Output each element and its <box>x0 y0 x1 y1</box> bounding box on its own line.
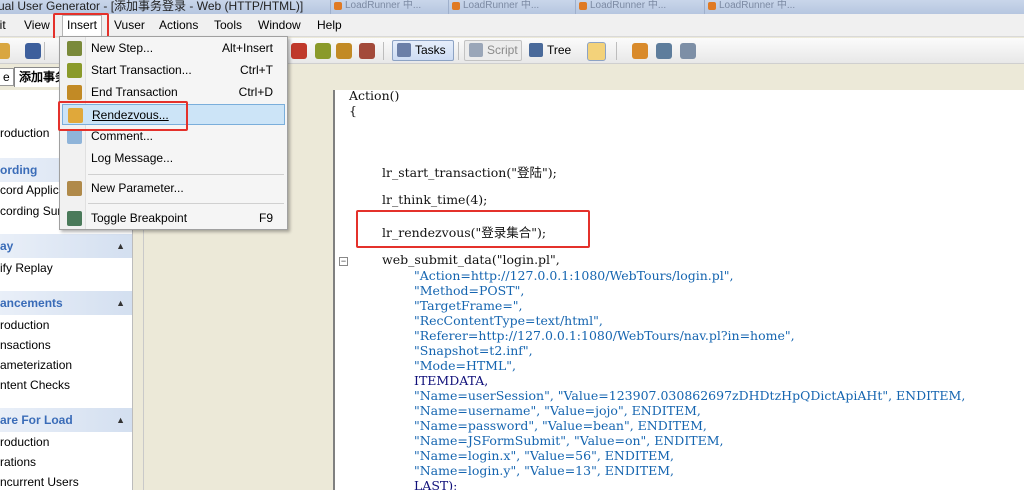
code-line: "Snapshot=t2.inf", <box>414 343 533 358</box>
menu-bar: lit View Insert Vuser Actions Tools Wind… <box>0 14 1024 37</box>
comment-icon <box>67 129 82 144</box>
record-icon[interactable] <box>291 43 307 59</box>
code-line: ITEMDATA, <box>414 373 489 388</box>
new-script-icon[interactable] <box>0 43 10 59</box>
bg-tab[interactable]: LoadRunner 中... <box>330 0 430 14</box>
menu-item-comment[interactable]: Comment... <box>62 126 285 147</box>
code-line: "Mode=HTML", <box>414 358 517 373</box>
code-line: "RecContentType=text/html", <box>414 313 603 328</box>
code-line: "Name=login.x", "Value=56", ENDITEM, <box>414 448 675 463</box>
menu-item-new-parameter[interactable]: New Parameter... <box>62 178 285 199</box>
menu-item-end-transaction[interactable]: End Transaction Ctrl+D <box>62 82 285 103</box>
task-group-header[interactable]: ay ▲ <box>0 234 132 258</box>
menu-help[interactable]: Help <box>317 18 342 32</box>
task-link[interactable]: rations <box>0 455 36 469</box>
breakpoint-icon <box>67 211 82 226</box>
run-settings-icon[interactable] <box>632 43 648 59</box>
editor-gutter <box>335 90 348 490</box>
menu-window[interactable]: Window <box>258 18 301 32</box>
task-link[interactable]: cording Sum <box>0 204 67 218</box>
document-tab[interactable]: e <box>0 68 14 86</box>
menu-item-new-step[interactable]: New Step... Alt+Insert <box>62 38 285 59</box>
task-link[interactable]: roduction <box>0 435 49 449</box>
toolbar-separator <box>616 42 617 60</box>
code-line: Action() <box>349 90 400 103</box>
collapse-chevron-icon[interactable]: ▲ <box>116 291 125 315</box>
rendezvous-icon <box>68 108 83 123</box>
background-taskbar-tabs: LoadRunner 中... LoadRunner 中... LoadRunn… <box>330 0 1024 14</box>
task-link[interactable]: cord Applica <box>0 183 65 197</box>
toolbar-separator <box>458 42 459 60</box>
code-line: lr_start_transaction("登陆"); <box>382 165 557 180</box>
properties-icon[interactable] <box>680 43 696 59</box>
window-title: ual User Generator - [添加事务登录 - Web (HTTP… <box>0 0 304 13</box>
code-line: lr_think_time(4); <box>382 192 488 207</box>
rendezvous-toolbar-icon[interactable] <box>359 43 375 59</box>
code-line: "Referer=http://127.0.0.1:1080/WebTours/… <box>414 328 795 343</box>
transaction-start-icon[interactable] <box>315 43 331 59</box>
new-step-icon <box>67 41 82 56</box>
pane-toggle-icon[interactable] <box>587 42 606 61</box>
tree-view-button[interactable]: Tree <box>524 40 576 61</box>
menu-edit[interactable]: lit <box>0 18 6 32</box>
tasks-button[interactable]: Tasks <box>392 40 454 61</box>
task-link[interactable]: roduction <box>0 318 49 332</box>
toolbar-separator <box>383 42 384 60</box>
parameter-icon <box>67 181 82 196</box>
code-line: "Name=JSFormSubmit", "Value=on", ENDITEM… <box>414 433 724 448</box>
task-link[interactable]: ncurrent Users <box>0 475 79 489</box>
bg-tab[interactable]: LoadRunner 中... <box>575 0 690 14</box>
code-line: "Action=http://127.0.0.1:1080/WebTours/l… <box>414 268 734 283</box>
menu-vuser[interactable]: Vuser <box>114 18 145 32</box>
transaction-end-icon[interactable] <box>336 43 352 59</box>
menu-actions[interactable]: Actions <box>159 18 198 32</box>
code-line: "Name=username", "Value=jojo", ENDITEM, <box>414 403 701 418</box>
task-link[interactable]: ntent Checks <box>0 378 70 392</box>
save-icon[interactable] <box>25 43 41 59</box>
task-group-header[interactable]: ancements ▲ <box>0 291 132 315</box>
code-line-rendezvous: lr_rendezvous("登录集合"); <box>382 225 547 240</box>
tasks-icon <box>397 43 411 57</box>
code-line: "Name=login.y", "Value=13", ENDITEM, <box>414 463 675 478</box>
code-line: "Name=password", "Value=bean", ENDITEM, <box>414 418 707 433</box>
code-line: { <box>349 103 357 118</box>
menu-item-log-message[interactable]: Log Message... <box>62 148 285 169</box>
snapshot-icon[interactable] <box>656 43 672 59</box>
menu-separator <box>88 203 284 204</box>
menu-item-start-transaction[interactable]: Start Transaction... Ctrl+T <box>62 60 285 81</box>
code-line: "Name=userSession", "Value=123907.030862… <box>414 388 966 403</box>
code-line: "TargetFrame=", <box>414 298 523 313</box>
toolbar-separator <box>44 42 45 60</box>
task-link[interactable]: nsactions <box>0 338 51 352</box>
tree-icon <box>529 43 543 57</box>
task-link[interactable]: ify Replay <box>0 261 53 275</box>
window-title-bar: ual User Generator - [添加事务登录 - Web (HTTP… <box>0 0 1024 14</box>
task-link[interactable]: ameterization <box>0 358 72 372</box>
start-transaction-icon <box>67 63 82 78</box>
code-area[interactable]: Action() { lr_start_transaction("登陆"); l… <box>349 90 965 490</box>
code-line: "Method=POST", <box>414 283 525 298</box>
menu-item-rendezvous[interactable]: Rendezvous... <box>62 104 285 125</box>
fold-toggle-icon[interactable]: − <box>339 257 348 266</box>
collapse-chevron-icon[interactable]: ▲ <box>116 408 125 432</box>
insert-menu-dropdown: New Step... Alt+Insert Start Transaction… <box>59 36 288 230</box>
collapse-chevron-icon[interactable]: ▲ <box>116 234 125 258</box>
code-line: web_submit_data("login.pl", <box>382 252 560 267</box>
bg-tab[interactable]: LoadRunner 中... <box>448 0 558 14</box>
task-link[interactable]: roduction <box>0 126 49 140</box>
task-group-header[interactable]: are For Load ▲ <box>0 408 132 432</box>
end-transaction-icon <box>67 85 82 100</box>
script-icon <box>469 43 483 57</box>
menu-separator <box>88 174 284 175</box>
script-view-button[interactable]: Script <box>464 40 522 61</box>
code-line: LAST); <box>414 478 458 490</box>
menu-insert[interactable]: Insert <box>62 15 103 36</box>
menu-tools[interactable]: Tools <box>214 18 242 32</box>
bg-tab[interactable]: LoadRunner 中... <box>704 0 819 14</box>
script-editor[interactable]: − Action() { lr_start_transaction("登陆");… <box>333 90 1024 490</box>
menu-item-toggle-breakpoint[interactable]: Toggle Breakpoint F9 <box>62 208 285 229</box>
menu-view[interactable]: View <box>24 18 50 32</box>
